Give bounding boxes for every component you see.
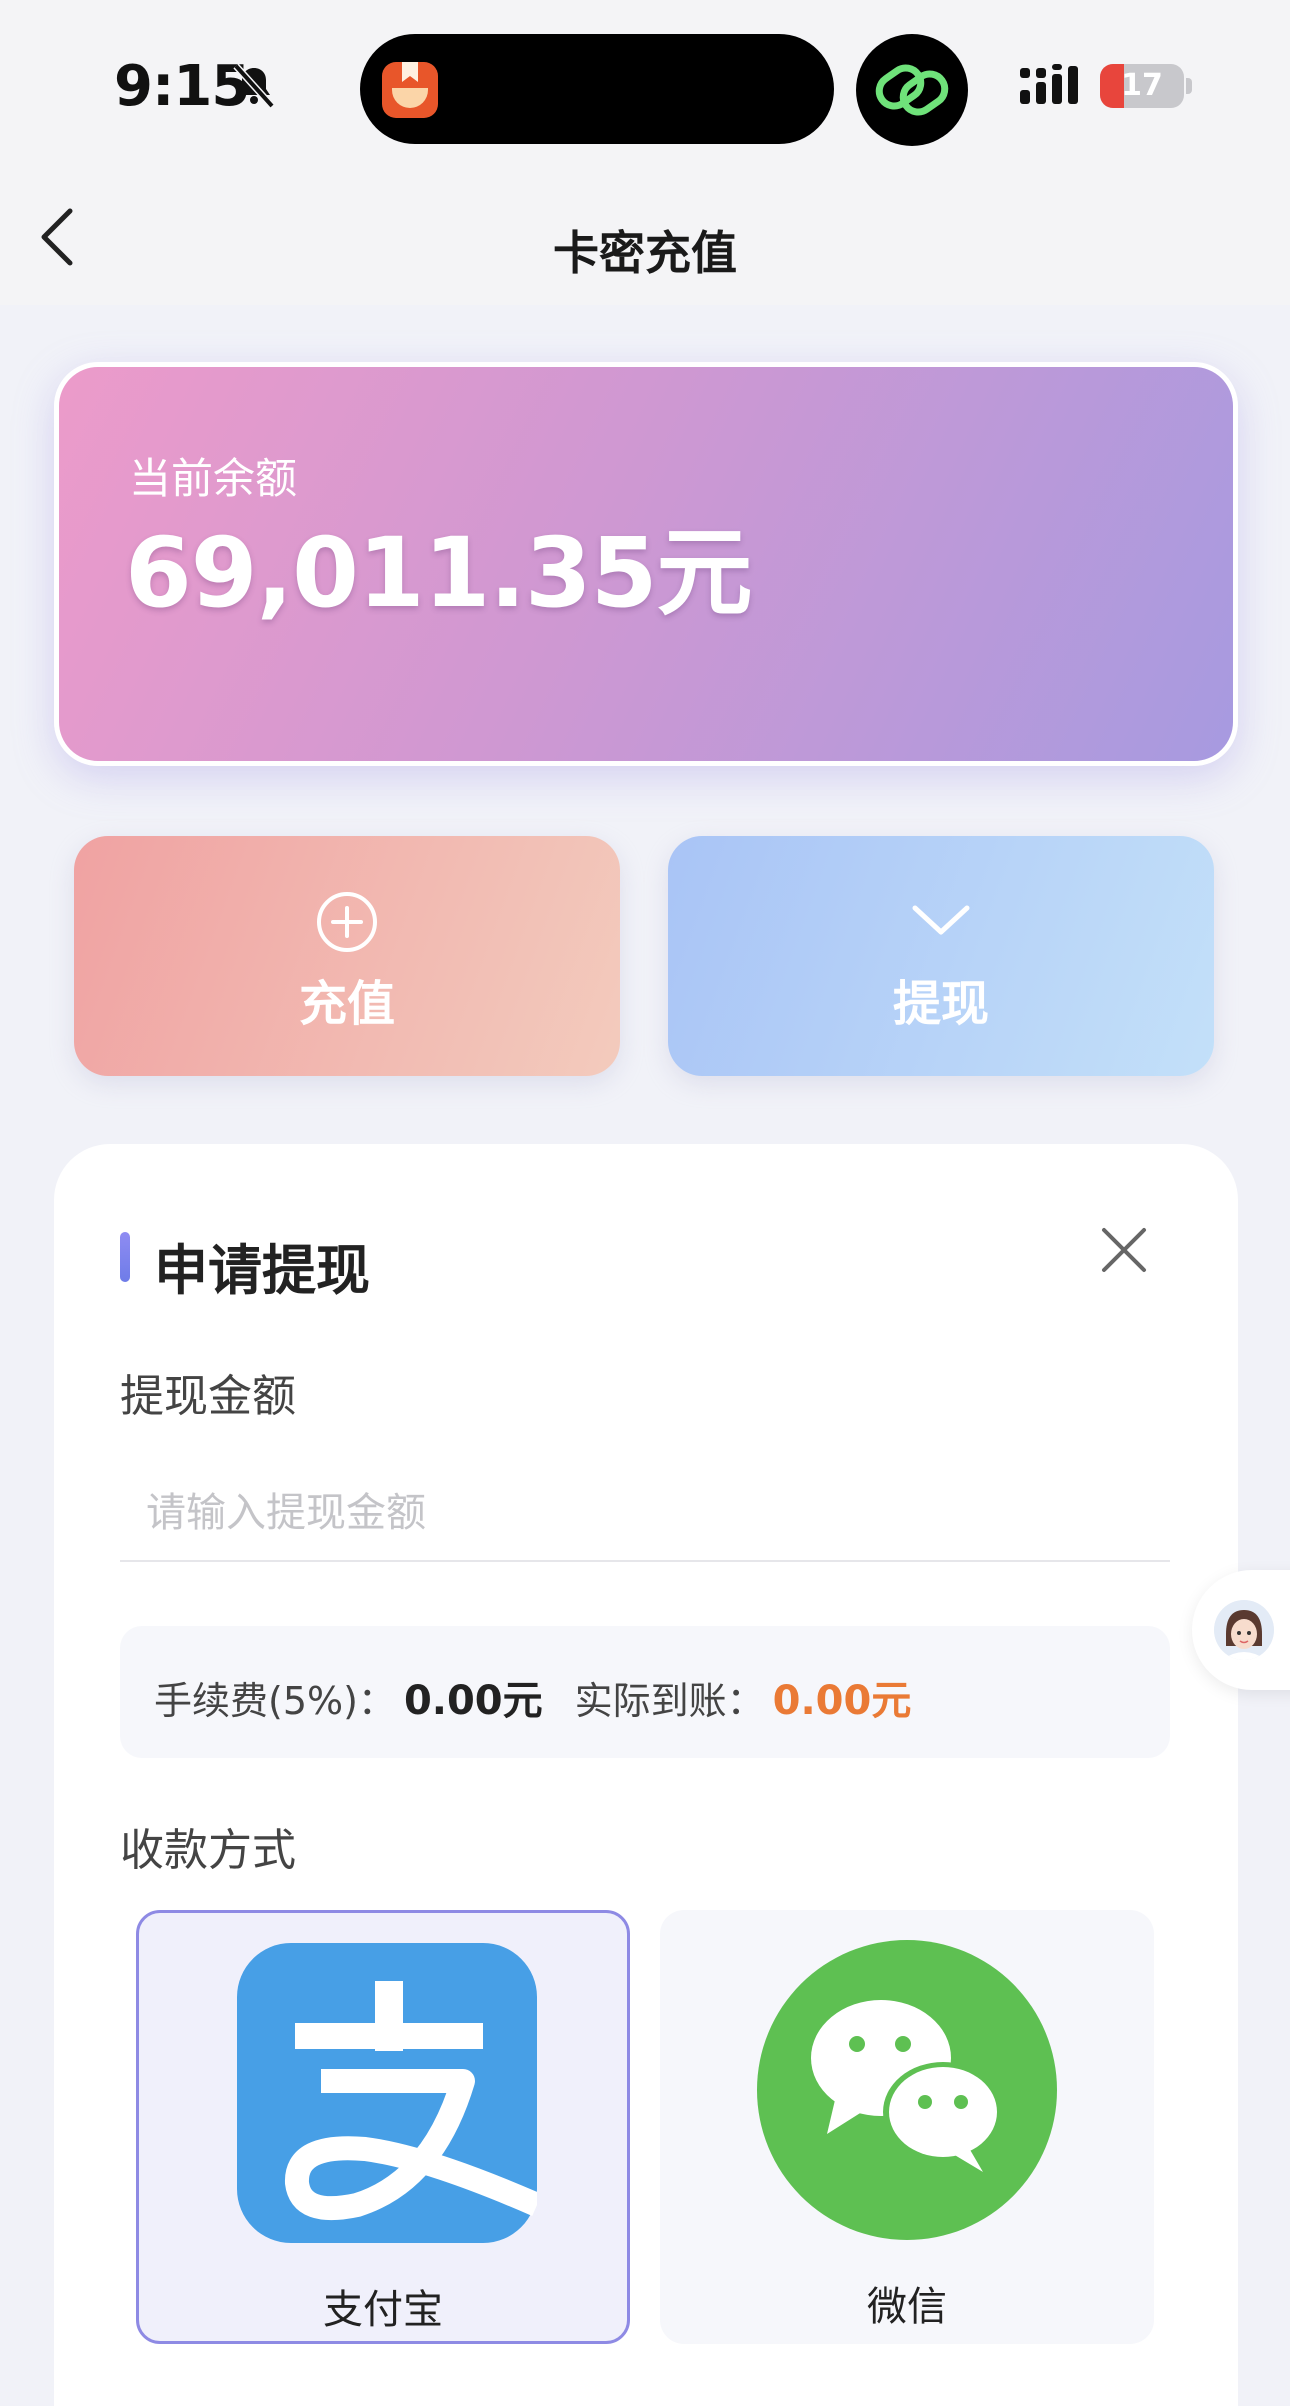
island-activity xyxy=(856,34,968,146)
panel-title: 申请提现 xyxy=(154,1239,370,1302)
withdraw-panel: 申请提现 提现金额 手续费(5%)：0.00元实际到账：0.00元 收款方式 支… xyxy=(54,1144,1238,2406)
page: 9:15 17 卡密充值 当前余额 69,011.35元 充值 提现 申请提现 … xyxy=(0,0,1290,2406)
method-option-alipay[interactable]: 支付宝 xyxy=(136,1910,630,2344)
balance-card: 当前余额 69,011.35元 xyxy=(54,362,1238,766)
status-time: 9:15 xyxy=(114,54,250,119)
chevron-down-icon xyxy=(912,905,970,935)
battery-text: 17 xyxy=(1121,68,1163,103)
arrival-label: 实际到账： xyxy=(574,1679,765,1723)
amount-label: 提现金额 xyxy=(120,1371,296,1422)
dynamic-island xyxy=(360,34,834,144)
withdraw-label: 提现 xyxy=(892,976,989,1032)
signal-icon xyxy=(1020,64,1078,104)
recharge-label: 充值 xyxy=(298,976,395,1032)
support-avatar-icon xyxy=(1214,1600,1274,1660)
reading-app-icon xyxy=(382,62,438,118)
title-accent-bar xyxy=(120,1232,130,1282)
fee-summary: 手续费(5%)： 0.00元 实际到账： 0.00元 xyxy=(120,1626,1170,1758)
status-bar: 9:15 17 xyxy=(0,0,1290,175)
plus-circle-icon xyxy=(317,892,377,952)
balance-amount: 69,011.35元 xyxy=(125,517,753,629)
arrival-value: 0.00元 xyxy=(772,1678,912,1724)
fee-row: 手续费(5%)： 0.00元 实际到账： 0.00元 xyxy=(154,1668,911,1726)
method-name-wechat: 微信 xyxy=(867,2284,947,2330)
link-rings-icon xyxy=(875,64,949,116)
wechat-icon xyxy=(757,1940,1057,2240)
payment-method-label: 收款方式 xyxy=(120,1825,296,1876)
nav-bar: 卡密充值 xyxy=(0,175,1290,305)
fee-value: 0.00元 xyxy=(403,1678,543,1724)
bell-muted-icon xyxy=(233,63,275,109)
withdraw-button[interactable]: 提现 xyxy=(668,836,1214,1076)
method-name-alipay: 支付宝 xyxy=(323,2287,443,2333)
fee-label: 手续费(5%)： xyxy=(154,1679,396,1723)
close-icon[interactable] xyxy=(1098,1224,1150,1276)
method-option-wechat[interactable]: 微信 xyxy=(660,1910,1154,2344)
battery-cap xyxy=(1186,78,1192,94)
recharge-button[interactable]: 充值 xyxy=(74,836,620,1076)
battery-indicator: 17 xyxy=(1100,64,1184,108)
page-title: 卡密充值 xyxy=(553,226,737,280)
alipay-icon xyxy=(237,1943,537,2243)
withdraw-amount-input[interactable] xyxy=(120,1466,1170,1562)
